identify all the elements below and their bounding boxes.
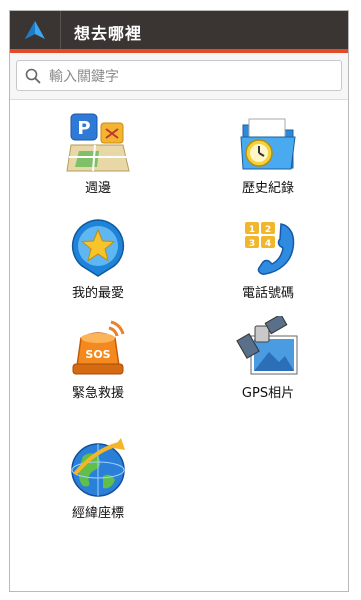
menu-item-coordinates[interactable]: 經緯座標 xyxy=(38,436,158,521)
menu-item-favorites[interactable]: 我的最愛 xyxy=(38,216,158,301)
svg-text:4: 4 xyxy=(265,239,271,249)
navigation-arrow-icon[interactable] xyxy=(24,20,46,40)
search-area xyxy=(10,53,348,100)
menu-item-label: 週邊 xyxy=(84,181,111,196)
menu-item-label: 緊急救援 xyxy=(71,386,124,401)
menu-item-label: 我的最愛 xyxy=(71,286,124,301)
menu-item-emergency[interactable]: SOS 緊急救援 xyxy=(38,316,158,401)
page-title: 想去哪裡 xyxy=(74,24,143,43)
svg-text:1: 1 xyxy=(249,225,255,235)
search-box[interactable] xyxy=(16,60,342,91)
search-icon xyxy=(25,68,41,84)
favorite-star-icon xyxy=(71,219,125,277)
menu-item-history[interactable]: 歷史紀錄 xyxy=(208,111,328,196)
history-folder-icon xyxy=(240,118,296,170)
menu-item-phone[interactable]: 1 2 3 4 電話號碼 xyxy=(208,216,328,301)
phone-keypad-icon: 1 2 3 4 xyxy=(245,222,295,275)
app-frame: 想去哪裡 P 週邊 xyxy=(9,10,349,592)
svg-text:P: P xyxy=(77,118,90,139)
title-divider xyxy=(60,11,61,49)
search-input[interactable] xyxy=(47,64,336,89)
svg-text:SOS: SOS xyxy=(85,348,110,361)
svg-text:3: 3 xyxy=(249,239,255,249)
menu-item-gps-photo[interactable]: GPS相片 xyxy=(208,316,328,401)
menu-item-nearby[interactable]: P 週邊 xyxy=(38,111,158,196)
sos-siren-icon: SOS xyxy=(72,320,125,375)
menu-item-label: GPS相片 xyxy=(241,386,295,401)
globe-coordinates-icon xyxy=(71,438,125,497)
menu-item-label: 歷史紀錄 xyxy=(241,181,294,196)
menu-item-label: 電話號碼 xyxy=(241,286,294,301)
svg-text:2: 2 xyxy=(265,225,271,235)
nearby-map-icon: P xyxy=(66,113,130,172)
menu-item-label: 經緯座標 xyxy=(71,506,124,521)
gps-photo-icon xyxy=(236,316,298,375)
title-bar: 想去哪裡 xyxy=(10,11,348,49)
